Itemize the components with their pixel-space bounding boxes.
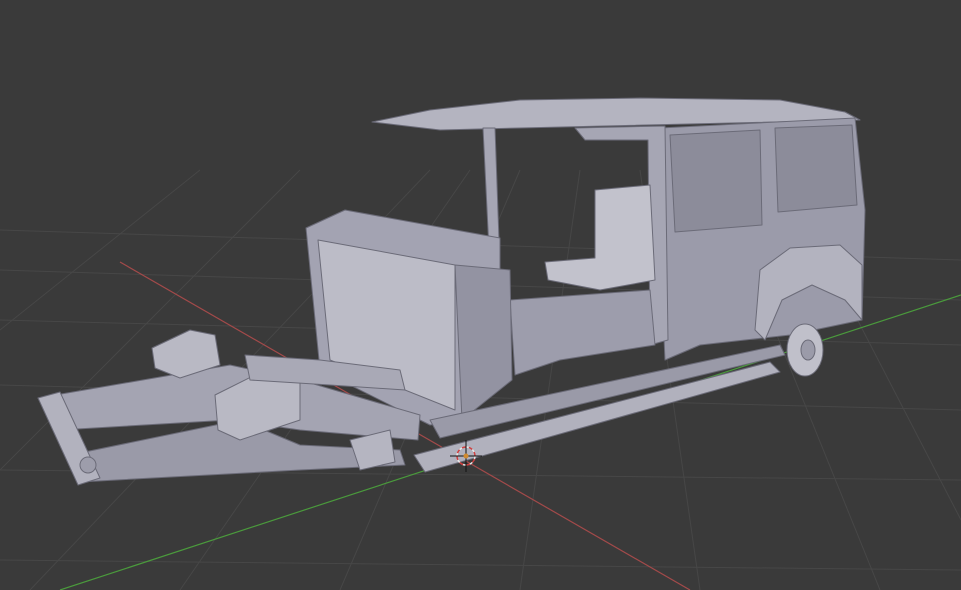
cowl-side	[454, 264, 513, 421]
floor-panel	[509, 289, 656, 376]
vehicle-model[interactable]	[37, 97, 866, 486]
rear-seat	[544, 184, 656, 291]
cabin-window-front	[669, 129, 763, 233]
3d-viewport[interactable]	[0, 0, 961, 590]
chassis-bolt	[79, 456, 97, 474]
cabin-window-rear	[774, 124, 858, 213]
viewport-canvas[interactable]	[0, 0, 961, 590]
wheel-hub-center	[800, 339, 816, 361]
